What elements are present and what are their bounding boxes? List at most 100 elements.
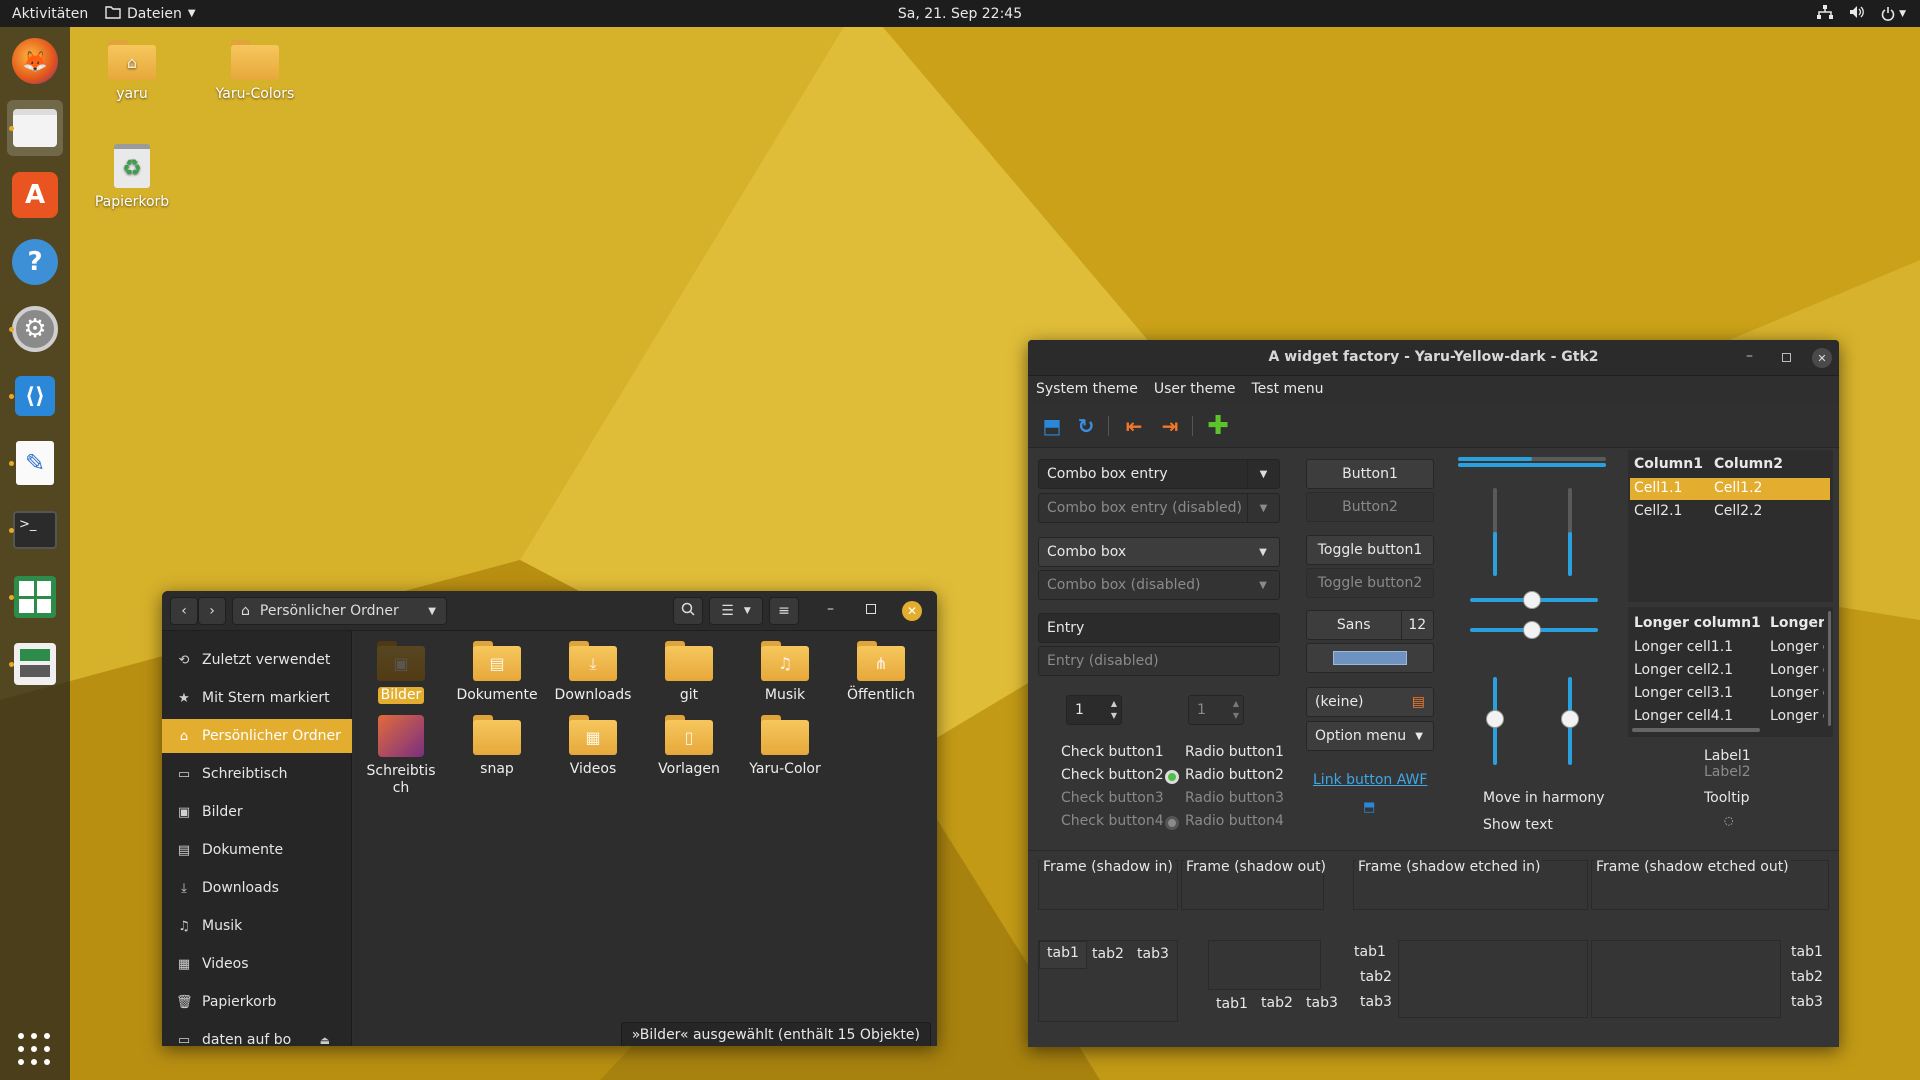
close-button[interactable]: ✕ <box>902 601 922 621</box>
tree-view-1[interactable]: Column1 Column2 Cell1.1 Cell1.2 Cell2.1 … <box>1628 450 1833 602</box>
tab-3[interactable]: tab3 <box>1360 994 1392 1010</box>
file-item-schreibtisch[interactable]: Schreibtisch <box>353 715 449 797</box>
network-icon[interactable] <box>1817 4 1834 23</box>
spin-button[interactable]: 1 ▲ ▼ <box>1066 695 1122 725</box>
sidebar-item-music[interactable]: ♫ Musik <box>162 909 352 943</box>
minimize-button[interactable]: – <box>827 601 834 617</box>
file-item-bilder[interactable]: ▣ Bilder <box>353 641 449 704</box>
spin-arrows-icon[interactable]: ▲ ▼ <box>1111 698 1117 722</box>
tree-header[interactable]: Longer column1 <box>1634 615 1761 631</box>
tab-2[interactable]: tab2 <box>1092 946 1124 962</box>
sidebar-item-home[interactable]: ⌂ Persönlicher Ordner <box>162 719 352 753</box>
tree-view-2[interactable]: Longer column1 Longer Longer cell1.1 Lon… <box>1628 607 1833 737</box>
sidebar-item-starred[interactable]: ★ Mit Stern markiert <box>162 681 352 715</box>
menu-button[interactable]: ≡ <box>769 597 799 625</box>
file-item-dokumente[interactable]: ▤ Dokumente <box>449 641 545 704</box>
desktop-icon-trash[interactable]: ♻ Papierkorb <box>82 144 182 210</box>
menu-test[interactable]: Test menu <box>1251 381 1323 399</box>
radio-button-1[interactable]: Radio button1 <box>1185 744 1284 760</box>
file-chooser-button[interactable]: (keine) ▤ <box>1306 687 1434 717</box>
path-bar[interactable]: ⌂ Persönlicher Ordner ▼ <box>232 597 447 625</box>
dock-vscode[interactable]: ⟨⟩ <box>7 368 63 424</box>
tab-1[interactable]: tab1 <box>1047 945 1079 961</box>
vertical-scale-3-knob[interactable] <box>1486 710 1504 728</box>
sidebar-item-desktop[interactable]: ▭ Schreibtisch <box>162 757 352 791</box>
maximize-button[interactable] <box>1782 353 1791 362</box>
file-item-yaru-color[interactable]: Yaru-Color <box>737 715 833 778</box>
go-last-icon[interactable]: ⇥ <box>1156 412 1184 440</box>
sidebar-item-videos[interactable]: ▦ Videos <box>162 947 352 981</box>
option-menu[interactable]: Option menu ▼ <box>1306 721 1434 751</box>
dock-text-editor[interactable]: ✎ <box>7 435 63 491</box>
file-item-oeffentlich[interactable]: ⋔ Öffentlich <box>833 641 929 704</box>
close-button[interactable]: ✕ <box>1812 348 1832 368</box>
color-button[interactable] <box>1306 643 1434 673</box>
vertical-scale-4-knob[interactable] <box>1561 710 1579 728</box>
sidebar-item-downloads[interactable]: ⤓ Downloads <box>162 871 352 905</box>
check-button-2[interactable]: Check button2 <box>1061 767 1164 783</box>
sidebar-item-trash[interactable]: 🗑 Papierkorb <box>162 985 352 1019</box>
horizontal-scale-2-knob[interactable] <box>1523 621 1541 639</box>
dock-system-monitor[interactable] <box>7 636 63 692</box>
clock[interactable]: Sa, 21. Sep 22:45 <box>898 6 1022 22</box>
tab-3[interactable]: tab3 <box>1137 946 1169 962</box>
dock-files[interactable] <box>7 100 63 156</box>
tab-2[interactable]: tab2 <box>1791 969 1823 985</box>
file-item-videos[interactable]: ▦ Videos <box>545 715 641 778</box>
tab-2[interactable]: tab2 <box>1360 969 1392 985</box>
horizontal-scale-1-knob[interactable] <box>1523 591 1541 609</box>
chevron-down-icon[interactable]: ▼ <box>1247 460 1279 488</box>
link-button[interactable]: Link button AWF <box>1313 772 1427 788</box>
radio-checked-icon[interactable] <box>1165 769 1179 785</box>
desktop-icon-yaru[interactable]: ⌂ yaru <box>82 40 182 102</box>
tab-3[interactable]: tab3 <box>1306 995 1338 1011</box>
button-1[interactable]: Button1 <box>1306 459 1434 489</box>
dock-settings[interactable]: ⚙ <box>7 301 63 357</box>
tool-vscode-icon[interactable]: ⬒ <box>1038 412 1066 440</box>
activities-button[interactable]: Aktivitäten <box>0 6 105 22</box>
dock-firefox[interactable]: 🦊 <box>7 33 63 89</box>
maximize-button[interactable] <box>866 604 876 614</box>
dock-terminal[interactable]: >_ <box>7 502 63 558</box>
file-item-snap[interactable]: snap <box>449 715 545 778</box>
entry[interactable]: Entry <box>1038 613 1280 643</box>
sidebar-item-documents[interactable]: ▤ Dokumente <box>162 833 352 867</box>
tab-1[interactable]: tab1 <box>1791 944 1823 960</box>
eject-icon[interactable]: ⏏ <box>320 1034 330 1047</box>
view-mode-button[interactable]: ☰ ▼ <box>709 597 763 625</box>
add-icon[interactable]: ✚ <box>1204 411 1232 441</box>
dock-software[interactable]: A <box>7 167 63 223</box>
search-button[interactable] <box>673 597 703 625</box>
dock-help[interactable]: ? <box>7 234 63 290</box>
minimize-button[interactable]: – <box>1746 348 1753 364</box>
radio-button-2[interactable]: Radio button2 <box>1185 767 1284 783</box>
tab-3[interactable]: tab3 <box>1791 994 1823 1010</box>
desktop-icon-yaru-colors[interactable]: Yaru-Colors <box>205 40 305 102</box>
volume-icon[interactable] <box>1849 5 1865 23</box>
menu-system-theme[interactable]: System theme <box>1036 381 1138 399</box>
tab-2[interactable]: tab2 <box>1261 995 1293 1011</box>
file-item-musik[interactable]: ♫ Musik <box>737 641 833 704</box>
file-item-downloads[interactable]: ⤓ Downloads <box>545 641 641 704</box>
toggle-button-1[interactable]: Toggle button1 <box>1306 535 1434 565</box>
sidebar-item-recent[interactable]: ⟲ Zuletzt verwendet <box>162 643 352 677</box>
menu-user-theme[interactable]: User theme <box>1154 381 1236 399</box>
horizontal-scrollbar[interactable] <box>1632 728 1760 732</box>
dock-spreadsheet[interactable] <box>7 569 63 625</box>
check-button-1[interactable]: Check button1 <box>1061 744 1164 760</box>
app-menu[interactable]: Dateien ▼ <box>105 5 196 23</box>
back-button[interactable]: ‹ <box>170 597 198 625</box>
go-first-icon[interactable]: ⇤ <box>1120 412 1148 440</box>
tree-header[interactable]: Column1 <box>1634 456 1703 472</box>
tab-1[interactable]: tab1 <box>1216 996 1248 1012</box>
file-item-vorlagen[interactable]: ▯ Vorlagen <box>641 715 737 778</box>
forward-button[interactable]: › <box>198 597 226 625</box>
refresh-icon[interactable]: ↻ <box>1072 412 1100 440</box>
tab-1[interactable]: tab1 <box>1354 944 1386 960</box>
file-item-git[interactable]: git <box>641 641 737 704</box>
vertical-scrollbar[interactable] <box>1828 611 1831 726</box>
font-button[interactable]: Sans 12 <box>1306 610 1434 640</box>
power-icon[interactable]: ▼ <box>1881 6 1906 21</box>
sidebar-item-pictures[interactable]: ▣ Bilder <box>162 795 352 829</box>
app-grid-icon[interactable] <box>14 1029 54 1069</box>
